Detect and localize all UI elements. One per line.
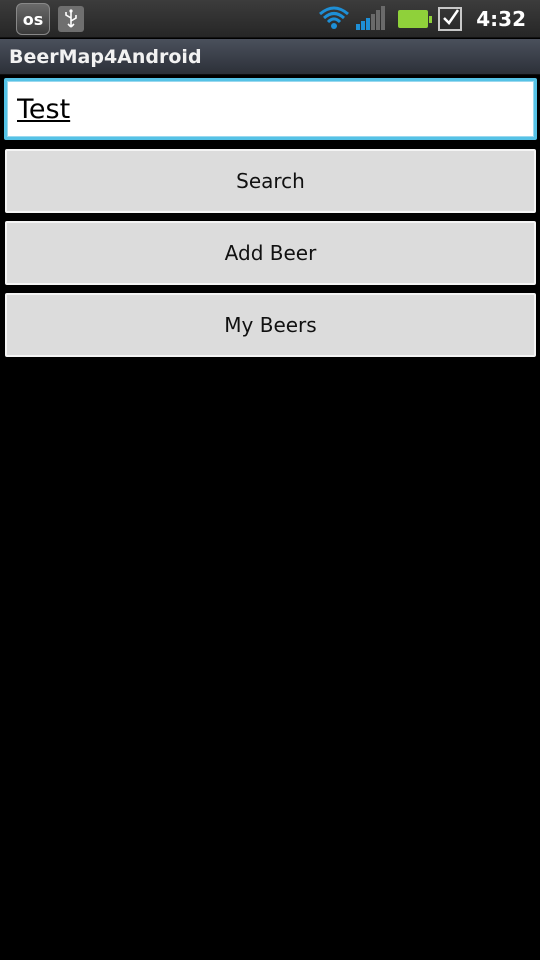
search-input[interactable] xyxy=(17,93,534,125)
app-title: BeerMap4Android xyxy=(9,45,202,68)
lastfm-icon[interactable]: os xyxy=(16,3,50,35)
task-check-icon xyxy=(438,7,463,31)
my-beers-button[interactable]: My Beers xyxy=(5,293,536,357)
system-icons: 4:32 xyxy=(318,3,526,35)
wifi-icon xyxy=(318,4,350,34)
search-field[interactable] xyxy=(4,78,537,140)
lastfm-label: os xyxy=(22,9,44,29)
usb-icon xyxy=(58,6,84,32)
search-button[interactable]: Search xyxy=(5,149,536,213)
title-bar: BeerMap4Android xyxy=(0,39,540,75)
signal-icon xyxy=(356,4,388,34)
clock: 4:32 xyxy=(476,7,526,31)
notification-icons: os xyxy=(16,3,84,35)
add-beer-button[interactable]: Add Beer xyxy=(5,221,536,285)
battery-icon xyxy=(398,10,433,28)
status-bar: os 4:32 xyxy=(0,0,540,38)
